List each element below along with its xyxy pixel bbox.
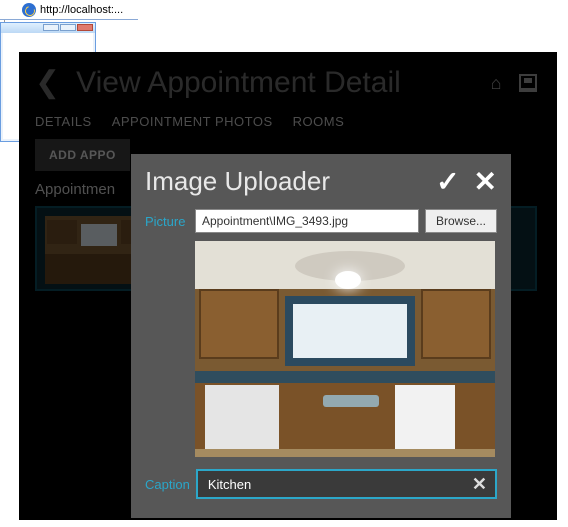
close-button[interactable]: ✕ bbox=[474, 168, 497, 196]
window-close-button[interactable] bbox=[77, 24, 93, 31]
picture-label: Picture bbox=[145, 214, 189, 229]
confirm-button[interactable]: ✓ bbox=[436, 168, 459, 196]
picture-path-input[interactable] bbox=[195, 209, 419, 233]
browser-address-fragment: http://localhost:... bbox=[0, 0, 138, 20]
browser-url: http://localhost:... bbox=[40, 4, 123, 16]
window-minimize-button[interactable] bbox=[43, 24, 59, 31]
caption-label: Caption bbox=[145, 477, 190, 492]
modal-title: Image Uploader bbox=[145, 166, 330, 197]
window-maximize-button[interactable] bbox=[60, 24, 76, 31]
image-preview bbox=[195, 241, 495, 457]
browse-button[interactable]: Browse... bbox=[425, 209, 497, 233]
clear-caption-button[interactable]: ✕ bbox=[464, 474, 495, 495]
caption-input[interactable] bbox=[198, 477, 464, 492]
window-titlebar bbox=[1, 23, 95, 33]
ie-icon bbox=[22, 3, 36, 17]
caption-input-wrapper: ✕ bbox=[196, 469, 497, 499]
image-uploader-modal: Image Uploader ✓ ✕ Picture Browse... Cap… bbox=[131, 154, 511, 518]
